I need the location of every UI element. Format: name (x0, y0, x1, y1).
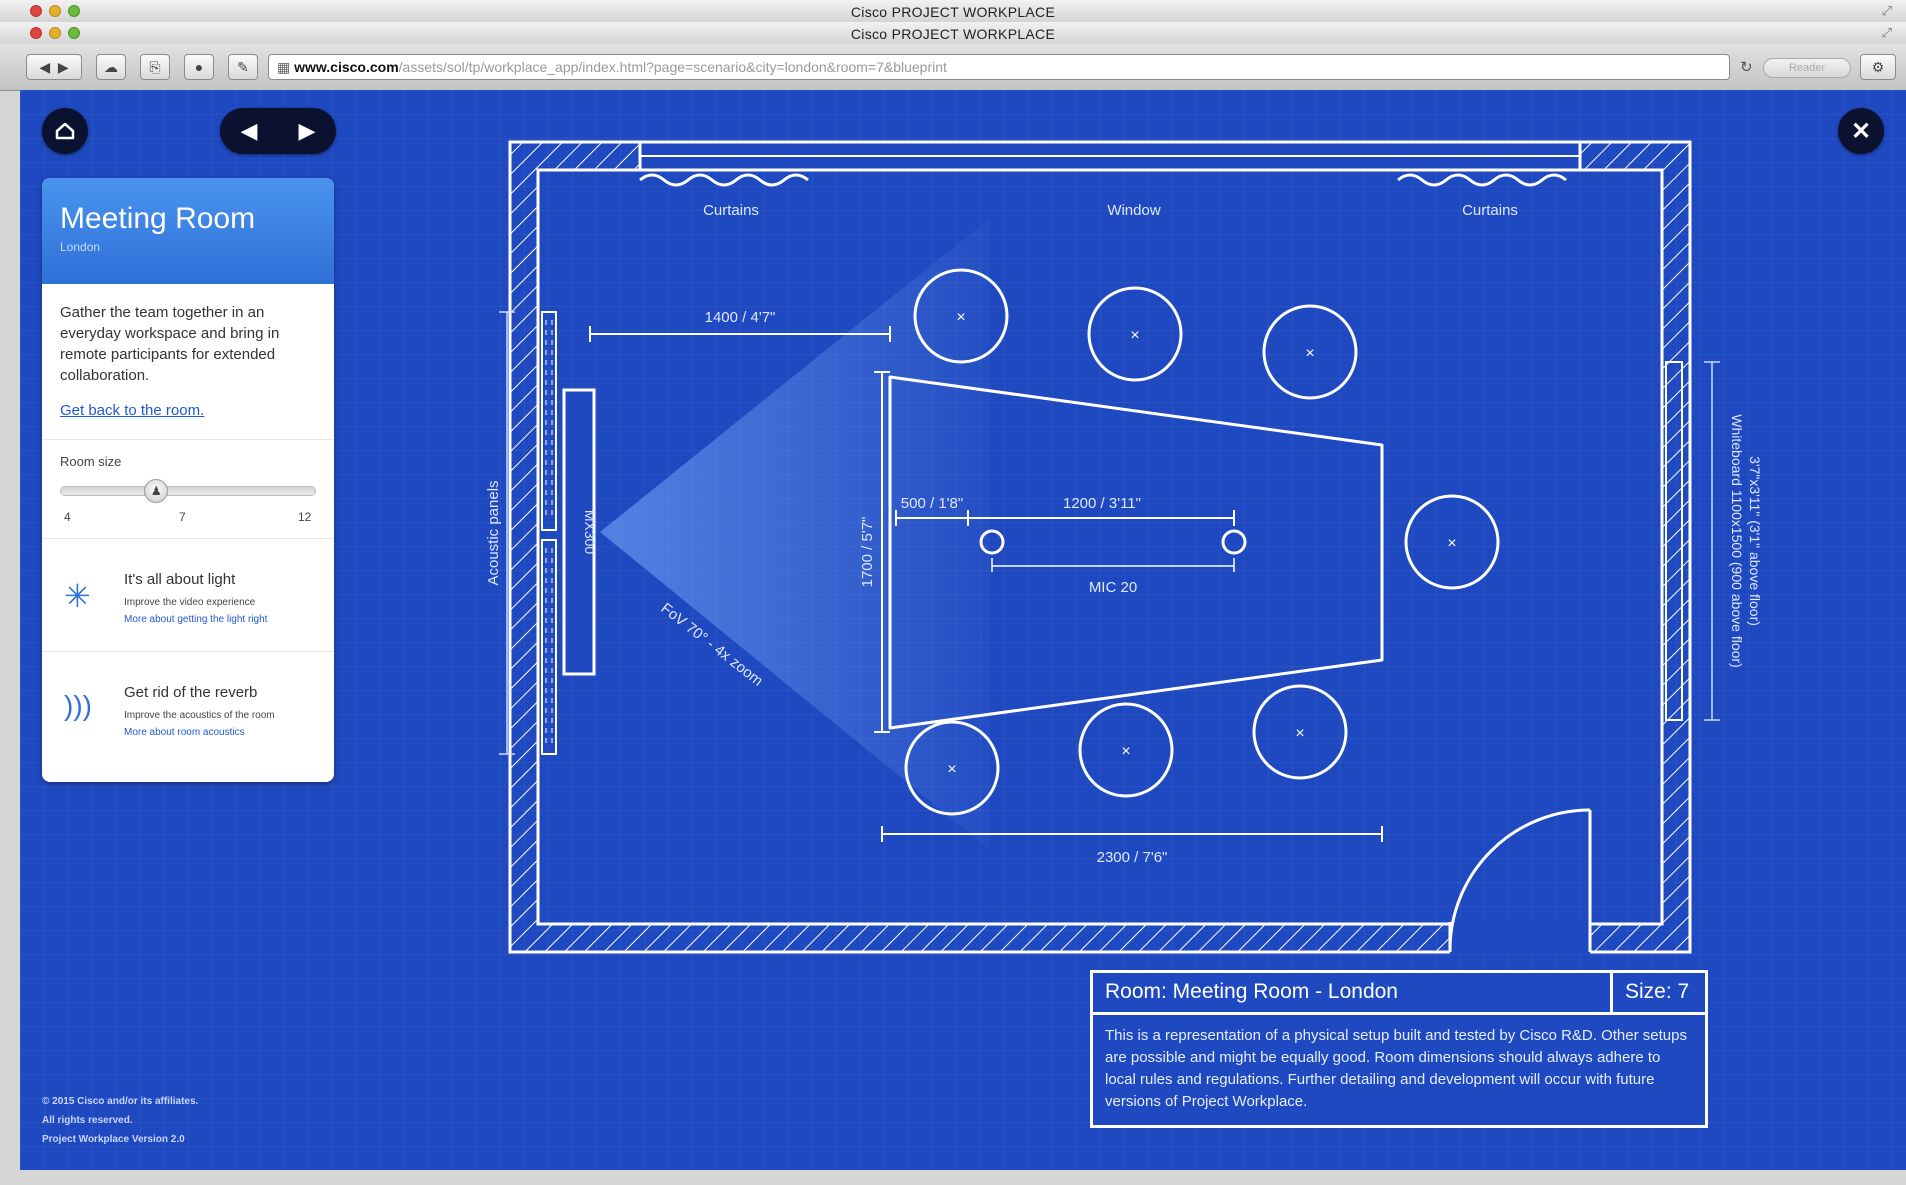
legend-room-name: Room: Meeting Room - London (1093, 973, 1613, 1015)
mx300-label: MX300 (582, 510, 598, 555)
cloud-icon: ☁ (104, 58, 118, 75)
svg-text:×: × (1295, 725, 1304, 742)
svg-text:×: × (1447, 535, 1456, 552)
fullscreen-icon[interactable]: ⤢ (1882, 3, 1892, 19)
fullscreen-icon[interactable]: ⤢ (1882, 25, 1892, 41)
legend-disclaimer: This is a representation of a physical s… (1105, 1027, 1687, 1110)
dimension-1200-label: 1200 / 3'11" (1063, 495, 1141, 512)
acoustic-panels-label: Acoustic panels (485, 480, 502, 585)
reload-icon[interactable]: ↻ (1740, 58, 1753, 76)
forward-icon[interactable]: ▶ (58, 59, 69, 76)
dimension-2300-label: 2300 / 7'6" (1097, 849, 1168, 866)
url-path: /assets/sol/tp/workplace_app/index.html?… (398, 59, 947, 75)
curtains-right-label: Curtains (1462, 202, 1518, 219)
whiteboard-label: Whiteboard 1100x1500 (900 above floor) (1729, 414, 1745, 667)
back-forward-buttons[interactable]: ◀ ▶ (26, 54, 82, 80)
share-button[interactable]: ⎘ (140, 54, 170, 80)
reader-button[interactable]: Reader (1763, 58, 1851, 78)
dimension-2300: 2300 / 7'6" (881, 826, 1383, 866)
window-label: Window (1107, 202, 1161, 219)
url-domain: www.cisco.com (294, 59, 399, 75)
page-canvas: ◀ ▶ ✕ Meeting Room London Gather the tea… (20, 90, 1906, 1170)
wrench-icon: ✎ (237, 58, 249, 75)
site-icon: ▦ (277, 59, 295, 75)
chair: × (1078, 702, 1174, 798)
microphone (1221, 529, 1247, 555)
dimension-1400-label: 1400 / 4'7" (705, 309, 776, 326)
history-button[interactable]: ● (184, 54, 214, 80)
tools-button[interactable]: ✎ (228, 54, 258, 80)
curtains-left-label: Curtains (703, 202, 759, 219)
mic-label: MIC 20 (1089, 579, 1137, 596)
window-title: Cisco PROJECT WORKPLACE (850, 4, 1056, 20)
dimension-500-label: 500 / 1'8" (901, 495, 963, 512)
svg-text:×: × (1121, 743, 1130, 760)
cloud-button[interactable]: ☁ (96, 54, 126, 80)
svg-text:×: × (1130, 327, 1139, 344)
curtains-left (639, 173, 809, 187)
svg-text:×: × (947, 761, 956, 778)
chairs: × × × × × × × (904, 268, 1500, 816)
dimension-1700-label: 1700 / 5'7" (859, 517, 876, 588)
back-icon[interactable]: ◀ (39, 59, 50, 76)
window-titlebar: Cisco PROJECT WORKPLACE ⤢ (0, 0, 1906, 22)
window-title: Cisco PROJECT WORKPLACE (850, 26, 1056, 42)
chair: × (1262, 304, 1358, 400)
share-icon: ⎘ (149, 58, 161, 75)
svg-text:×: × (1305, 345, 1314, 362)
gear-icon: ⚙ (1871, 58, 1885, 75)
chair: × (1404, 494, 1500, 590)
whiteboard-imperial-label: 3'7"x3'11" (3'1" above floor) (1747, 456, 1763, 626)
svg-text:×: × (956, 309, 965, 326)
curtains-right (1397, 173, 1567, 187)
settings-button[interactable]: ⚙ (1860, 54, 1896, 80)
address-bar[interactable]: ▦ www.cisco.com/assets/sol/tp/workplace_… (268, 54, 1730, 80)
browser-toolbar: ◀ ▶ ☁ ⎘ ● ✎ ▦ www.cisco.com/assets/sol/t… (0, 44, 1906, 91)
room-legend-box: Room: Meeting Room - London Size: 7 This… (1090, 970, 1708, 1128)
history-icon: ● (194, 59, 204, 75)
legend-room-size: Size: 7 (1613, 973, 1705, 1015)
camera-fov (600, 218, 990, 850)
window-titlebar-secondary: Cisco PROJECT WORKPLACE ⤢ (0, 22, 1906, 44)
chair: × (1252, 684, 1348, 780)
chair: × (1087, 286, 1183, 382)
